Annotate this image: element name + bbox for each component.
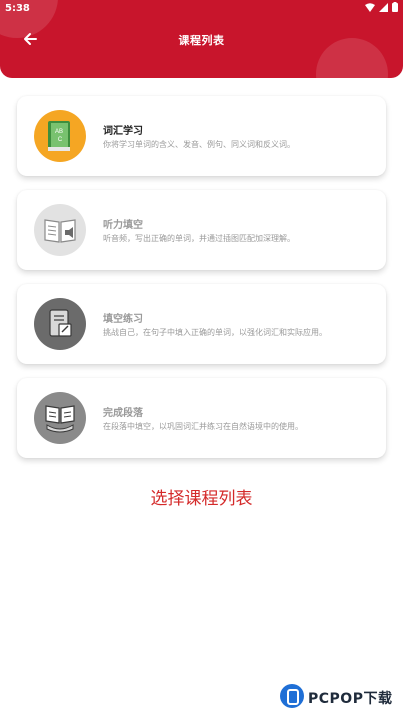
listening-book-icon xyxy=(34,204,86,256)
status-time: 5:38 xyxy=(5,3,30,14)
course-description: 在段落中填空，以巩固词汇并练习在自然语境中的使用。 xyxy=(103,422,303,431)
pcpop-logo-icon xyxy=(280,684,304,708)
course-title: 填空练习 xyxy=(103,314,143,325)
wifi-icon xyxy=(365,2,375,12)
watermark-logo: PCPOP下载 xyxy=(278,682,400,716)
watermark-brand: PCPOP下载 xyxy=(308,691,393,707)
course-card-listening[interactable]: 听力填空 听音频，写出正确的单词，并通过插图匹配加深理解。 xyxy=(17,190,386,270)
course-title: 词汇学习 xyxy=(103,126,143,137)
signal-icon xyxy=(379,2,388,12)
course-card-paragraph[interactable]: 完成段落 在段落中填空，以巩固词汇并练习在自然语境中的使用。 xyxy=(17,378,386,458)
svg-text:AB: AB xyxy=(55,129,63,135)
vocabulary-book-icon: AB C xyxy=(34,110,86,162)
course-description: 听音频，写出正确的单词，并通过插图匹配加深理解。 xyxy=(103,234,295,243)
status-bar: 5:38 xyxy=(0,0,403,18)
battery-icon xyxy=(392,2,398,12)
svg-text:C: C xyxy=(58,137,63,143)
open-book-hand-icon xyxy=(34,392,86,444)
page-title: 课程列表 xyxy=(178,34,225,47)
app-header: 5:38 课程列表 xyxy=(0,0,403,78)
course-title: 听力填空 xyxy=(103,220,143,231)
course-card-vocabulary[interactable]: AB C 词汇学习 你将学习单词的含义、发音、例句、同义词和反义词。 xyxy=(17,96,386,176)
fill-blank-icon xyxy=(34,298,86,350)
select-course-prompt: 选择课程列表 xyxy=(150,489,253,509)
course-description: 你将学习单词的含义、发音、例句、同义词和反义词。 xyxy=(103,140,295,149)
status-icons xyxy=(365,2,398,12)
course-description: 挑战自己，在句子中填入正确的单词，以强化词汇和实际应用。 xyxy=(103,328,327,337)
course-card-fill-blank[interactable]: 填空练习 挑战自己，在句子中填入正确的单词，以强化词汇和实际应用。 xyxy=(17,284,386,364)
course-title: 完成段落 xyxy=(103,408,143,419)
